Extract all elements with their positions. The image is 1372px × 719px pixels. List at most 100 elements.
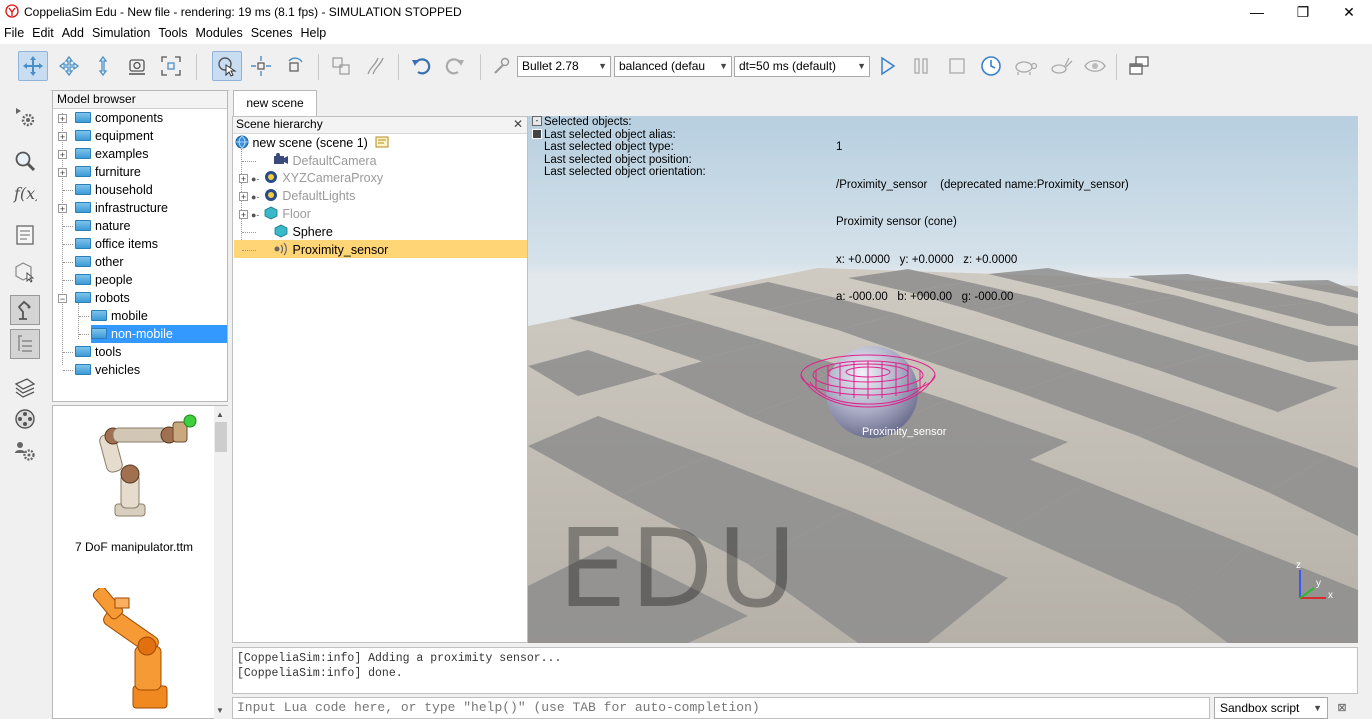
menu-add[interactable]: Add bbox=[58, 24, 88, 40]
tree-item-robots[interactable]: robots bbox=[75, 289, 130, 307]
tree-item-other[interactable]: other bbox=[75, 253, 124, 271]
collapse-info-icon[interactable]: - bbox=[532, 116, 542, 126]
clear-console-icon[interactable]: ⊠ bbox=[1334, 700, 1350, 716]
real-time-button[interactable] bbox=[976, 51, 1006, 81]
expand-defaultlights-icon[interactable]: + bbox=[239, 192, 248, 202]
menu-scenes[interactable]: Scenes bbox=[247, 24, 297, 40]
new-window-button[interactable] bbox=[1124, 51, 1154, 81]
script-mode-select[interactable]: Sandbox script ▼ bbox=[1214, 697, 1328, 719]
tree-item-non-mobile[interactable]: non-mobile bbox=[91, 325, 227, 343]
scrollbar-thumb[interactable] bbox=[215, 422, 227, 452]
visualization-toggle-button[interactable] bbox=[1080, 51, 1110, 81]
fit-view-icon bbox=[161, 56, 181, 76]
expand-infrastructure-icon[interactable]: + bbox=[58, 204, 67, 214]
lua-command-input[interactable]: Input Lua code here, or type "help()" (u… bbox=[232, 697, 1210, 719]
axis-z-label: z bbox=[1296, 560, 1301, 571]
menu-simulation[interactable]: Simulation bbox=[88, 24, 154, 40]
speed-up-button[interactable] bbox=[1046, 51, 1076, 81]
tree-item-nature[interactable]: nature bbox=[75, 217, 130, 235]
scroll-down-arrow-icon[interactable]: ▼ bbox=[216, 706, 224, 715]
tree-item-infrastructure[interactable]: infrastructure bbox=[75, 199, 168, 217]
tree-item-office-items[interactable]: office items bbox=[75, 235, 158, 253]
title-bar: CoppeliaSim Edu - New file - rendering: … bbox=[0, 0, 1372, 24]
sphere-with-proximity-sensor[interactable] bbox=[796, 340, 946, 440]
tree-item-equipment[interactable]: equipment bbox=[75, 127, 153, 145]
menu-file[interactable]: File bbox=[0, 24, 28, 40]
dynamics-toggle-button[interactable] bbox=[488, 51, 514, 81]
transfer-dna-button[interactable] bbox=[360, 51, 390, 81]
hierarchy-item-sphere[interactable]: Sphere bbox=[273, 223, 333, 241]
script-icon[interactable] bbox=[375, 136, 389, 148]
model-browser-toggle-button[interactable] bbox=[10, 295, 40, 325]
fit-to-view-button[interactable] bbox=[156, 51, 186, 81]
hierarchy-item-floor[interactable]: ●- Floor bbox=[251, 205, 311, 223]
menu-edit[interactable]: Edit bbox=[28, 24, 58, 40]
selection-button[interactable] bbox=[212, 51, 242, 81]
expand-floor-icon[interactable]: + bbox=[239, 210, 248, 220]
calculation-modules-button[interactable]: f(x) bbox=[10, 178, 40, 208]
hierarchy-item-defaultlights[interactable]: ●- DefaultLights bbox=[251, 187, 355, 205]
object-rotate-button[interactable] bbox=[280, 51, 310, 81]
stop-simulation-button[interactable] bbox=[942, 51, 972, 81]
industrial-robot-thumbnail[interactable] bbox=[73, 588, 203, 718]
hierarchy-item-proximity-sensor[interactable]: Proximity_sensor bbox=[273, 241, 388, 259]
start-simulation-button[interactable] bbox=[872, 51, 902, 81]
redo-button[interactable] bbox=[440, 51, 470, 81]
hierarchy-item-scene[interactable]: new scene (scene 1) bbox=[235, 134, 389, 152]
tab-new-scene[interactable]: new scene bbox=[233, 90, 317, 116]
collapse-robots-icon[interactable]: − bbox=[58, 294, 67, 304]
layers-button[interactable] bbox=[10, 372, 40, 402]
tree-item-components[interactable]: components bbox=[75, 109, 163, 127]
minimize-button[interactable]: — bbox=[1234, 0, 1280, 24]
tree-item-examples[interactable]: examples bbox=[75, 145, 149, 163]
slow-down-button[interactable] bbox=[1010, 51, 1040, 81]
accuracy-select[interactable]: balanced (defau ▼ bbox=[614, 56, 732, 77]
status-console[interactable]: [CoppeliaSim:info] Adding a proximity se… bbox=[232, 647, 1358, 694]
hierarchy-item-label: new scene (scene 1) bbox=[252, 136, 368, 150]
tree-line bbox=[63, 352, 73, 353]
expand-examples-icon[interactable]: + bbox=[58, 150, 67, 160]
camera-angle-button[interactable] bbox=[122, 51, 152, 81]
timestep-select[interactable]: dt=50 ms (default) ▼ bbox=[734, 56, 870, 77]
undo-button[interactable] bbox=[406, 51, 436, 81]
scene-viewport[interactable]: Proximity_sensor EDU z y x - Selected ob… bbox=[528, 116, 1358, 643]
menu-tools[interactable]: Tools bbox=[154, 24, 191, 40]
camera-shift-button[interactable] bbox=[88, 51, 118, 81]
camera-rotate-button[interactable] bbox=[54, 51, 84, 81]
object-shift-button[interactable] bbox=[246, 51, 276, 81]
pause-simulation-button[interactable] bbox=[906, 51, 936, 81]
menu-modules[interactable]: Modules bbox=[192, 24, 247, 40]
physics-engine-select[interactable]: Bullet 2.78 ▼ bbox=[517, 56, 611, 77]
tree-item-household[interactable]: household bbox=[75, 181, 153, 199]
thumbnails-scrollbar[interactable]: ▲ ▼ bbox=[214, 406, 228, 719]
close-button[interactable]: ✕ bbox=[1326, 0, 1372, 24]
menu-help[interactable]: Help bbox=[296, 24, 330, 40]
video-recorder-button[interactable] bbox=[10, 404, 40, 434]
robot-manipulator-thumbnail[interactable] bbox=[73, 412, 203, 532]
scene-hierarchy-toggle-button[interactable] bbox=[10, 329, 40, 359]
camera-pan-button[interactable] bbox=[18, 51, 48, 81]
maximize-button[interactable]: ❐ bbox=[1280, 0, 1326, 24]
hierarchy-item-xyzcameraproxy[interactable]: ●- XYZCameraProxy bbox=[251, 169, 383, 187]
expand-equipment-icon[interactable]: + bbox=[58, 132, 67, 142]
expand-xyzcameraproxy-icon[interactable]: + bbox=[239, 174, 248, 184]
expand-furniture-icon[interactable]: + bbox=[58, 168, 67, 178]
tree-item-mobile[interactable]: mobile bbox=[91, 307, 148, 325]
tree-item-tools[interactable]: tools bbox=[75, 343, 121, 361]
scene-object-properties-button[interactable] bbox=[10, 220, 40, 250]
assemble-button[interactable] bbox=[326, 51, 356, 81]
tree-line bbox=[63, 226, 73, 227]
info-toggle-icon[interactable] bbox=[532, 129, 542, 139]
search-button[interactable] bbox=[10, 146, 40, 176]
expand-components-icon[interactable]: + bbox=[58, 114, 67, 124]
tree-item-furniture[interactable]: furniture bbox=[75, 163, 141, 181]
scroll-up-arrow-icon[interactable]: ▲ bbox=[216, 410, 224, 419]
tree-item-vehicles[interactable]: vehicles bbox=[75, 361, 140, 379]
shape-edit-button[interactable] bbox=[10, 256, 40, 286]
hierarchy-item-defaultcamera[interactable]: DefaultCamera bbox=[273, 152, 377, 170]
close-hierarchy-icon[interactable]: ✕ bbox=[513, 117, 523, 132]
info-value: x: +0.0000 y: +0.0000 z: +0.0000 bbox=[836, 253, 1018, 266]
tree-item-people[interactable]: people bbox=[75, 271, 133, 289]
simulation-settings-button[interactable] bbox=[10, 102, 40, 132]
user-settings-button[interactable] bbox=[10, 436, 40, 466]
